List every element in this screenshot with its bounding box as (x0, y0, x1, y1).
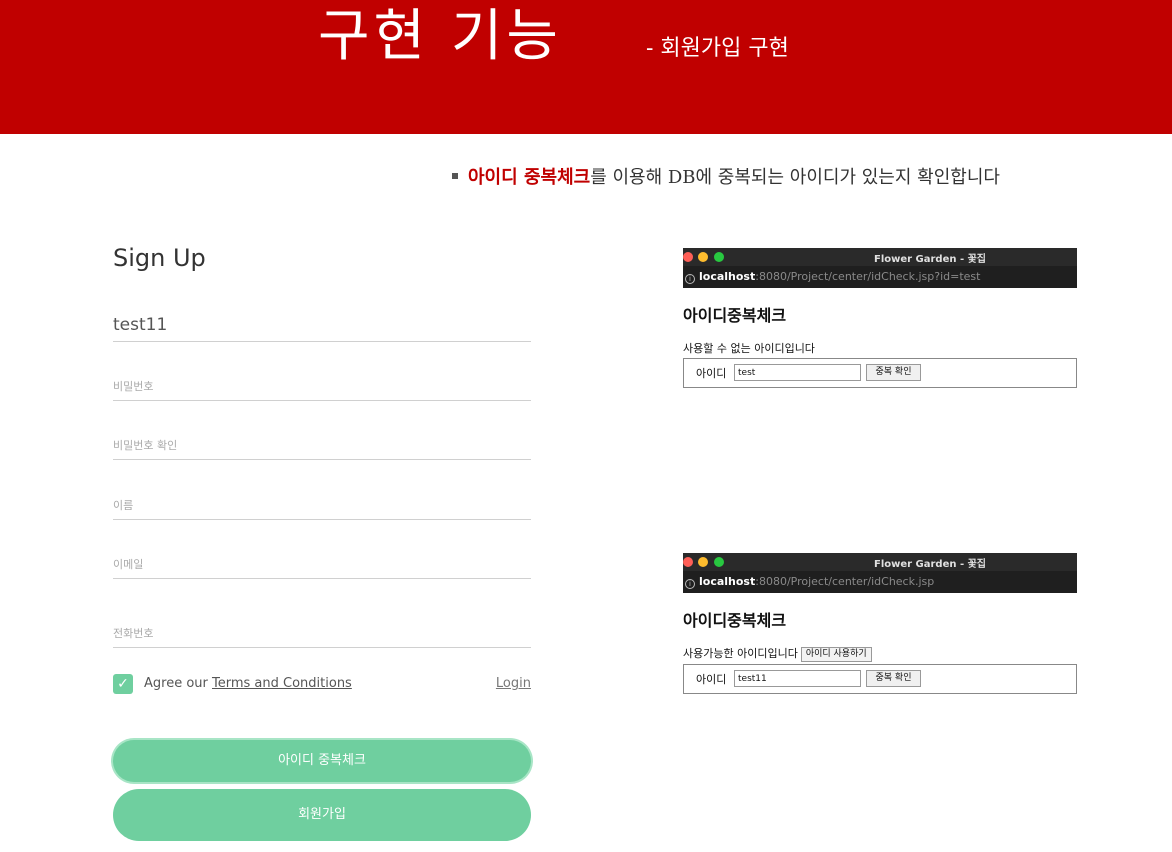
window-title: Flower Garden - 꽃집 (873, 559, 987, 570)
idcheck-input[interactable] (734, 670, 861, 687)
email-input[interactable] (113, 557, 531, 572)
idcheck-form: 아이디 중복 확인 (683, 664, 1077, 694)
password-confirm-input[interactable] (113, 438, 531, 453)
password-input[interactable] (113, 379, 531, 394)
agree-checkbox[interactable]: ✓ (113, 674, 133, 694)
idcheck-input[interactable] (734, 364, 861, 381)
id-label: 아이디 (696, 673, 727, 686)
status-message-row: 사용가능한 아이디입니다 아이디 사용하기 (683, 645, 1077, 662)
banner-title: 구현 기능 (318, 4, 562, 69)
id-input[interactable] (113, 315, 531, 335)
page-heading: 아이디중복체크 (683, 306, 787, 325)
window-titlebar: Flower Garden - 꽃집 (683, 553, 1077, 571)
header-banner: 구현 기능 - 회원가입 구현 (0, 0, 1172, 134)
terms-link[interactable]: Terms and Conditions (212, 676, 352, 691)
name-field-row (113, 476, 531, 520)
signup-submit-button[interactable]: 회원가입 (113, 789, 531, 841)
info-icon: i (685, 579, 695, 589)
checkmark-icon: ✓ (117, 676, 129, 692)
window-titlebar: Flower Garden - 꽃집 (683, 248, 1077, 266)
id-check-button[interactable]: 아이디 중복체크 (113, 740, 531, 782)
status-message: 사용가능한 아이디입니다 (683, 647, 798, 660)
address-bar[interactable]: i localhost:8080/Project/center/idCheck.j… (683, 571, 1077, 593)
password-field-row (113, 357, 531, 401)
address-bar[interactable]: i localhost:8080/Project/center/idCheck.j… (683, 266, 1077, 288)
login-link[interactable]: Login (496, 676, 531, 691)
email-field-row (113, 535, 531, 579)
description-highlight: 아이디 중복체크 (468, 167, 591, 188)
banner-subtitle: - 회원가입 구현 (646, 36, 789, 61)
agree-prefix: Agree our (144, 676, 208, 691)
idcheck-form: 아이디 중복 확인 (683, 358, 1077, 388)
page-heading: 아이디중복체크 (683, 611, 787, 630)
dup-check-button[interactable]: 중복 확인 (866, 364, 921, 381)
id-label: 아이디 (696, 367, 727, 380)
id-field-row (113, 298, 531, 342)
info-icon: i (685, 274, 695, 284)
feature-description: 아이디 중복체크를 이용해 DB에 중복되는 아이디가 있는지 확인합니다 (452, 166, 1000, 190)
dup-check-button[interactable]: 중복 확인 (866, 670, 921, 687)
status-message: 사용할 수 없는 아이디입니다 (683, 342, 815, 355)
name-input[interactable] (113, 498, 531, 513)
phone-input[interactable] (113, 626, 531, 641)
password-confirm-field-row (113, 416, 531, 460)
url-host: localhost (699, 575, 756, 588)
window-title: Flower Garden - 꽃집 (873, 254, 987, 265)
idcheck-window-available: Flower Garden - 꽃집 i localhost:8080/Proje… (683, 553, 1077, 694)
bullet-icon (452, 173, 458, 179)
url-path: :8080/Project/center/idCheck.jsp?id=test (755, 270, 981, 283)
url-host: localhost (699, 270, 756, 283)
agree-text: Agree our Terms and Conditions (144, 676, 352, 691)
description-text: 를 이용해 DB에 중복되는 아이디가 있는지 확인합니다 (590, 167, 1000, 188)
agree-row: ✓ Agree our Terms and Conditions Login (113, 674, 531, 696)
use-id-button[interactable]: 아이디 사용하기 (800, 647, 872, 662)
signup-title: Sign Up (113, 244, 206, 272)
phone-field-row (113, 604, 531, 648)
idcheck-window-unavailable: Flower Garden - 꽃집 i localhost:8080/Proje… (683, 248, 1077, 388)
url-path: :8080/Project/center/idCheck.jsp (755, 575, 935, 588)
